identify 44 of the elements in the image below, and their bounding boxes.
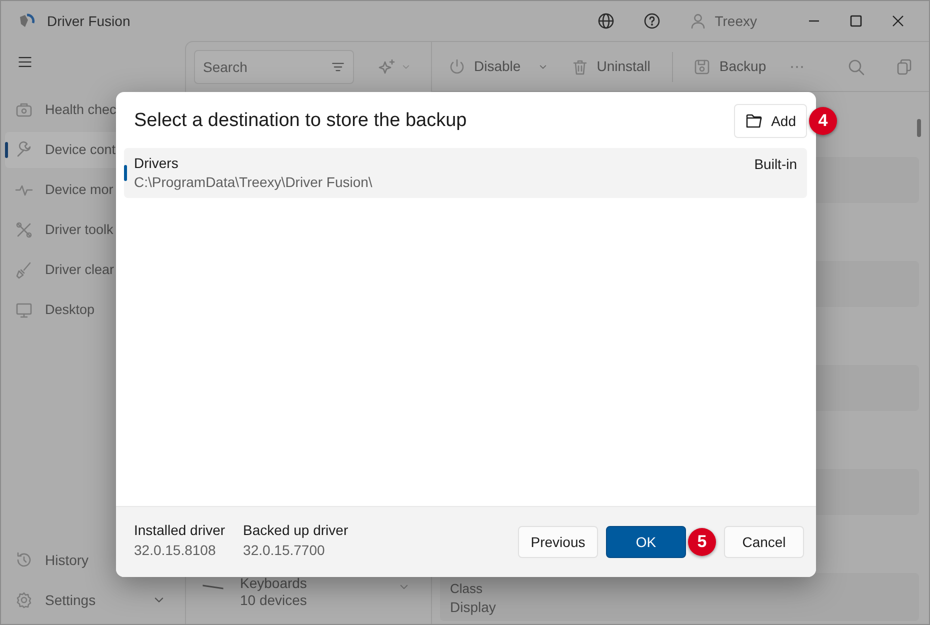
toolbar-button[interactable]: Disable xyxy=(448,56,549,77)
gear-icon xyxy=(15,591,33,609)
save-icon xyxy=(693,58,712,76)
search-field[interactable]: Search xyxy=(194,50,354,84)
destination-tag: Built-in xyxy=(754,154,797,192)
info-label: Installed driver xyxy=(134,521,226,540)
scrollbar-thumb[interactable] xyxy=(917,119,921,137)
history-icon xyxy=(15,551,33,569)
destination-path: C:\ProgramData\Treexy\Driver Fusion\ xyxy=(134,172,374,192)
toolbar-button[interactable]: Backup xyxy=(693,56,766,77)
field-label: Class xyxy=(450,581,484,598)
sidebar-item[interactable]: Driver clear xyxy=(5,252,181,288)
window-title: Driver Fusion xyxy=(47,12,130,30)
ok-button[interactable]: OK xyxy=(606,526,686,558)
dialog-button[interactable]: Cancel xyxy=(724,526,804,558)
toolbar-button[interactable]: Uninstall xyxy=(570,56,650,77)
trash-icon xyxy=(570,58,589,76)
globe-icon[interactable] xyxy=(596,12,615,30)
sidebar-item[interactable]: Driver toolk xyxy=(5,212,181,248)
step-badge: 5 xyxy=(688,528,716,556)
user-icon xyxy=(688,12,707,30)
dialog-title: Select a destination to store the backup xyxy=(134,108,468,133)
info-label: Backed up driver xyxy=(243,521,348,540)
wrench-icon xyxy=(15,141,33,159)
help-icon[interactable] xyxy=(642,12,661,30)
power-icon xyxy=(448,58,466,76)
destination-item[interactable]: Drivers C:\ProgramData\Treexy\Driver Fusion\ Built-in xyxy=(124,148,807,198)
folder-icon xyxy=(745,112,764,130)
sidebar-item[interactable]: Settings xyxy=(5,582,181,618)
device-group-name: Keyboards xyxy=(240,574,308,592)
monitor-icon xyxy=(15,301,33,319)
info-value: 32.0.15.7700 xyxy=(243,541,326,560)
app-logo-icon xyxy=(17,12,35,30)
field-value: Display xyxy=(450,598,497,616)
sidebar-item[interactable]: Desktop xyxy=(5,292,181,328)
broom-icon xyxy=(15,261,33,279)
info-value: 32.0.15.8108 xyxy=(134,541,217,560)
camera-icon xyxy=(15,101,33,119)
dialog-button[interactable]: Previous xyxy=(518,526,598,558)
add-button[interactable]: Add xyxy=(734,104,807,138)
tools-icon xyxy=(15,221,33,239)
sparkle-icon xyxy=(378,58,396,76)
step-badge: 4 xyxy=(809,107,837,135)
account-button[interactable]: Treexy xyxy=(688,10,757,32)
